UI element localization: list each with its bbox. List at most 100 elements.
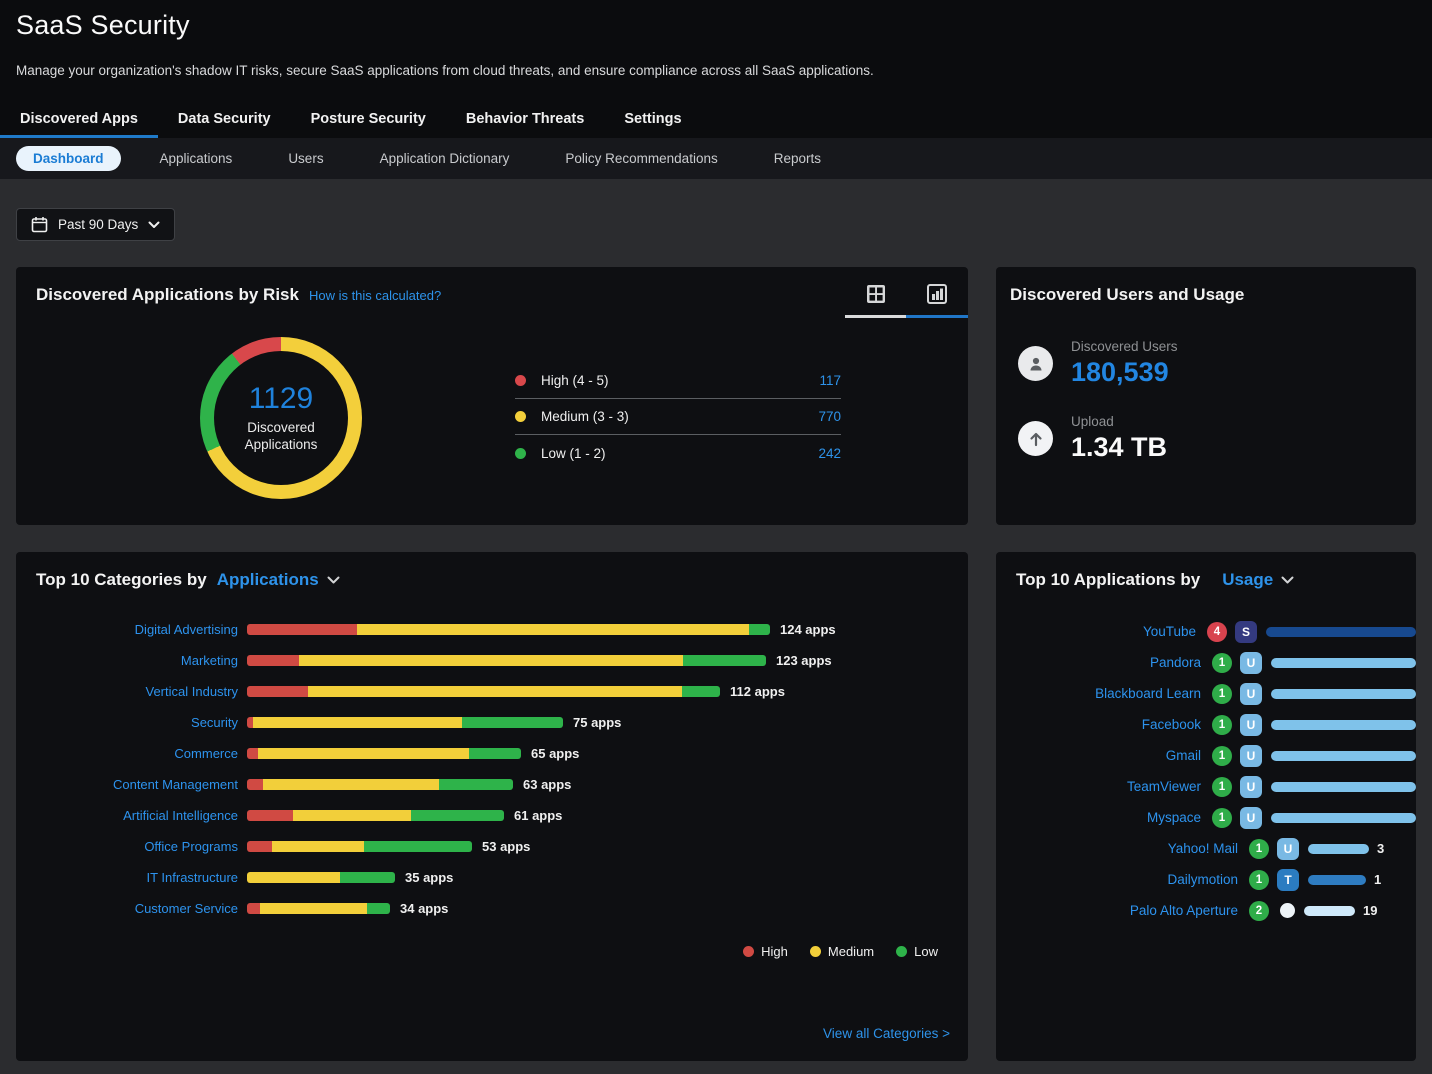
category-label[interactable]: Marketing <box>16 653 238 668</box>
category-label[interactable]: Content Management <box>16 777 238 792</box>
bar-segment-me <box>258 748 469 759</box>
bar-segment-lo <box>749 624 770 635</box>
subtab-policy-recommendations[interactable]: Policy Recommendations <box>548 146 734 171</box>
category-row-office-programs: Office Programs 53 apps <box>16 831 968 862</box>
category-label[interactable]: Commerce <box>16 746 238 761</box>
risk-card-title: Discovered Applications by Risk <box>36 285 299 305</box>
grid-view-button[interactable] <box>845 279 906 309</box>
application-label[interactable]: YouTube <box>1016 624 1196 639</box>
bar-segment-me <box>263 779 439 790</box>
subtab-applications[interactable]: Applications <box>143 146 250 171</box>
risk-legend-value[interactable]: 770 <box>818 409 841 424</box>
top-categories-card: Top 10 Categories by Applications Digita… <box>16 552 968 1061</box>
category-label[interactable]: Digital Advertising <box>16 622 238 637</box>
view-toggle-track <box>845 315 968 318</box>
application-label[interactable]: TeamViewer <box>1016 779 1201 794</box>
category-value: 63 apps <box>523 777 571 792</box>
chevron-down-icon <box>327 576 340 585</box>
grid-view-icon <box>865 283 887 305</box>
sanction-tag-U: U <box>1240 714 1262 736</box>
applications-metric-selector[interactable]: Usage <box>1222 570 1294 590</box>
application-label[interactable]: Blackboard Learn <box>1016 686 1201 701</box>
category-row-digital-advertising: Digital Advertising 124 apps <box>16 614 968 645</box>
chart-view-button[interactable] <box>906 279 967 309</box>
tab-behavior-threats[interactable]: Behavior Threats <box>446 102 604 138</box>
bar-segment-lo <box>367 903 390 914</box>
bar-segment-hi <box>247 686 308 697</box>
category-label[interactable]: Office Programs <box>16 839 238 854</box>
risk-score-badge: 1 <box>1212 715 1232 735</box>
categories-metric-selector[interactable]: Applications <box>217 570 340 590</box>
risk-score-badge: 1 <box>1212 653 1232 673</box>
category-row-marketing: Marketing 123 apps <box>16 645 968 676</box>
tab-data-security[interactable]: Data Security <box>158 102 291 138</box>
application-row-facebook: Facebook 1U <box>996 709 1416 740</box>
risk-legend-value[interactable]: 117 <box>819 373 841 388</box>
application-label[interactable]: Dailymotion <box>1016 872 1238 887</box>
sanction-tag-U: U <box>1240 652 1262 674</box>
tab-settings[interactable]: Settings <box>604 102 701 138</box>
application-row-teamviewer: TeamViewer1U <box>996 771 1416 802</box>
subtab-users[interactable]: Users <box>271 146 340 171</box>
discovered-users-row: Discovered Users 180,539 <box>1018 339 1416 388</box>
primary-tabs: Discovered AppsData SecurityPosture Secu… <box>0 102 1432 138</box>
application-label[interactable]: Myspace <box>1016 810 1201 825</box>
category-label[interactable]: IT Infrastructure <box>16 870 238 885</box>
subtab-reports[interactable]: Reports <box>757 146 838 171</box>
bar-segment-hi <box>247 624 357 635</box>
bar-segment-me <box>308 686 682 697</box>
application-label[interactable]: Yahoo! Mail <box>1016 841 1238 856</box>
top-applications-card: Top 10 Applications by Usage YouTube4SPa… <box>996 552 1416 1061</box>
page-description: Manage your organization's shadow IT ris… <box>16 63 1416 78</box>
risk-legend-value[interactable]: 242 <box>818 446 841 461</box>
usage-value: 1 <box>1374 872 1381 887</box>
page-header: SaaS Security Manage your organization's… <box>0 0 1432 138</box>
application-label[interactable]: Palo Alto Aperture <box>1016 903 1238 918</box>
subtab-application-dictionary[interactable]: Application Dictionary <box>363 146 527 171</box>
low-dot <box>896 946 907 957</box>
legend-item-high: High <box>743 944 788 959</box>
application-label[interactable]: Facebook <box>1016 717 1201 732</box>
application-label[interactable]: Pandora <box>1016 655 1201 670</box>
bar-segment-me <box>272 841 364 852</box>
upload-row: Upload 1.34 TB <box>1018 414 1416 463</box>
category-value: 124 apps <box>780 622 836 637</box>
risk-score-badge: 1 <box>1249 839 1269 859</box>
bar-segment-me <box>253 717 462 728</box>
risk-legend-row-low: Low (1 - 2) 242 <box>515 435 841 471</box>
subtab-dashboard[interactable]: Dashboard <box>16 146 121 171</box>
category-label[interactable]: Vertical Industry <box>16 684 238 699</box>
top-applications-title: Top 10 Applications by <box>1016 570 1200 590</box>
application-label[interactable]: Gmail <box>1016 748 1201 763</box>
category-value: 61 apps <box>514 808 562 823</box>
page-title: SaaS Security <box>16 10 1416 41</box>
category-label[interactable]: Artificial Intelligence <box>16 808 238 823</box>
risk-score-badge: 1 <box>1212 746 1232 766</box>
view-all-categories-link[interactable]: View all Categories > <box>823 1026 950 1041</box>
tab-posture-security[interactable]: Posture Security <box>291 102 446 138</box>
medium-risk-dot <box>515 411 526 422</box>
discovered-users-value: 180,539 <box>1071 357 1178 388</box>
category-value: 123 apps <box>776 653 832 668</box>
date-range-button[interactable]: Past 90 Days <box>16 208 175 241</box>
tab-discovered-apps[interactable]: Discovered Apps <box>0 102 158 138</box>
category-label[interactable]: Customer Service <box>16 901 238 916</box>
category-row-security: Security75 apps <box>16 707 968 738</box>
risk-legend-label: Low (1 - 2) <box>541 446 606 461</box>
risk-score-badge: 1 <box>1212 808 1232 828</box>
risk-legend-label: High (4 - 5) <box>541 373 609 388</box>
category-label[interactable]: Security <box>16 715 238 730</box>
usage-bar <box>1271 782 1416 792</box>
discovered-applications-label: Discovered Applications <box>245 420 318 454</box>
category-value: 35 apps <box>405 870 453 885</box>
medium-dot <box>810 946 821 957</box>
chevron-down-icon <box>148 221 160 229</box>
category-bar <box>247 903 390 914</box>
risk-legend-label: Medium (3 - 3) <box>541 409 629 424</box>
category-row-vertical-industry: Vertical Industry112 apps <box>16 676 968 707</box>
category-value: 53 apps <box>482 839 530 854</box>
usage-value: 19 <box>1363 903 1377 918</box>
how-calculated-link[interactable]: How is this calculated? <box>309 288 441 303</box>
application-row-myspace: Myspace1U <box>996 802 1416 833</box>
risk-score-badge: 4 <box>1207 622 1227 642</box>
